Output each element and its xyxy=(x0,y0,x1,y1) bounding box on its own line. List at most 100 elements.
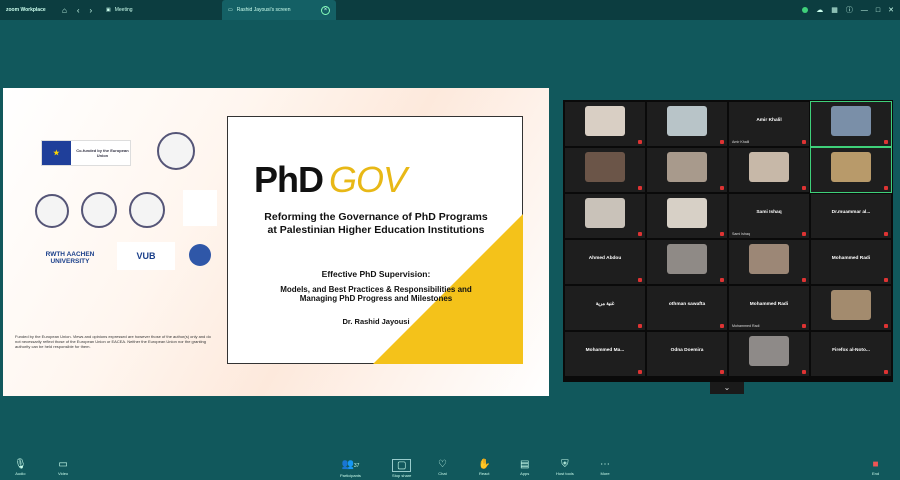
gallery-next-page-button[interactable]: ⌄ xyxy=(710,382,744,394)
tab-meeting[interactable]: ▣ Meeting xyxy=(100,0,218,20)
university-seal-logo xyxy=(35,194,69,228)
university-seal-logo xyxy=(129,192,165,228)
forward-icon[interactable]: › xyxy=(90,6,93,15)
host-tools-label: Host tools xyxy=(556,471,574,476)
participant-tile[interactable] xyxy=(729,240,809,284)
participant-video xyxy=(831,290,871,320)
more-icon: ⋯ xyxy=(600,459,610,470)
participant-name: Sami Ishaq xyxy=(732,232,750,236)
participant-video xyxy=(585,106,625,136)
muted-mic-icon xyxy=(884,186,888,190)
participant-display-name: Ahmed Abdou xyxy=(588,255,622,261)
chat-label: Chat xyxy=(438,471,447,476)
project-subtitle: Reforming the Governance of PhD Programs… xyxy=(264,211,488,236)
participant-tile[interactable]: Mohammed Radi Mohammed Radi xyxy=(729,286,809,330)
end-label: End xyxy=(872,471,880,476)
meeting-toolbar: 🎙 Audio ▭ Video 👥37 Participants ▢ Stop … xyxy=(0,455,900,480)
participant-video xyxy=(749,336,789,366)
muted-mic-icon xyxy=(884,278,888,282)
apps-icon: ▤ xyxy=(520,459,530,470)
participant-tile-active-speaker[interactable] xyxy=(810,101,892,147)
participant-tile[interactable]: Amir Khalil Amir Khalil xyxy=(729,102,809,146)
participant-tile-active-speaker[interactable] xyxy=(810,147,892,193)
rwth-logo: RWTH AACHEN UNIVERSITY xyxy=(45,251,95,265)
react-button[interactable]: ✋ React xyxy=(478,459,490,476)
muted-mic-icon xyxy=(884,140,888,144)
participant-video xyxy=(831,152,871,182)
participant-tile[interactable] xyxy=(647,194,727,238)
participant-video xyxy=(585,152,625,182)
university-logo xyxy=(189,244,211,266)
stop-share-button[interactable]: ▢ Stop share xyxy=(392,459,412,478)
participant-tile[interactable]: Firefox al-Noto... xyxy=(811,332,891,376)
participant-tile[interactable] xyxy=(647,102,727,146)
video-button[interactable]: ▭ Video xyxy=(58,459,68,476)
participant-tile[interactable]: غنية مرية xyxy=(565,286,645,330)
muted-mic-icon xyxy=(720,186,724,190)
apps-label: Apps xyxy=(520,471,530,476)
participants-button[interactable]: 👥37 Participants xyxy=(340,459,361,478)
participant-tile[interactable]: othman sawafta xyxy=(647,286,727,330)
participant-tile[interactable] xyxy=(729,148,809,192)
muted-mic-icon xyxy=(802,232,806,236)
tab-shared-screen-label: Rashid Jayousi's screen xyxy=(236,7,291,13)
participant-tile[interactable] xyxy=(565,102,645,146)
project-title-gov: GOV xyxy=(329,159,407,200)
muted-mic-icon xyxy=(720,324,724,328)
participant-tile[interactable]: Mohammed Radi xyxy=(811,240,891,284)
reaction-icon: ✋ xyxy=(478,459,491,470)
eu-logo: ★ Co-funded by the European Union xyxy=(41,140,131,166)
tab-shared-screen[interactable]: ▭ Rashid Jayousi's screen × xyxy=(222,0,336,20)
more-button[interactable]: ⋯ More xyxy=(600,459,610,476)
shield-icon: ⛨ xyxy=(561,459,569,470)
muted-mic-icon xyxy=(720,232,724,236)
participant-video xyxy=(831,106,871,136)
vub-logo: VUB xyxy=(117,242,175,270)
maximize-icon[interactable]: □ xyxy=(876,7,880,14)
participant-display-name: Sami Ishaq xyxy=(756,209,782,215)
participant-tile[interactable]: Ahmed Abdou xyxy=(565,240,645,284)
host-tools-button[interactable]: ⛨ Host tools xyxy=(556,459,574,476)
close-window-icon[interactable]: ✕ xyxy=(888,6,894,14)
participants-gallery: Amir Khalil Amir Khalil Sami Ishaq Sami Is… xyxy=(563,100,893,382)
muted-mic-icon xyxy=(720,278,724,282)
info-icon[interactable]: ⓘ xyxy=(846,5,853,15)
session-title: Effective PhD Supervision: xyxy=(321,269,431,279)
chat-button[interactable]: ♡ Chat xyxy=(438,459,447,476)
apps-button[interactable]: ▤ Apps xyxy=(520,459,529,476)
cloud-icon[interactable]: ☁ xyxy=(816,6,823,14)
muted-mic-icon xyxy=(720,140,724,144)
participant-name: Amir Khalil xyxy=(732,140,750,144)
participants-count: 37 xyxy=(353,463,360,469)
muted-mic-icon xyxy=(802,278,806,282)
end-call-icon: ■ xyxy=(872,459,879,470)
muted-mic-icon xyxy=(802,140,806,144)
tab-meeting-label: Meeting xyxy=(114,7,133,13)
more-label: More xyxy=(600,471,610,476)
participant-tile[interactable]: Mohammed Ma... xyxy=(565,332,645,376)
audio-button[interactable]: 🎙 Audio xyxy=(14,459,27,476)
minimize-icon[interactable]: — xyxy=(861,7,868,14)
participant-display-name: Firefox al-Noto... xyxy=(832,347,870,353)
react-label: React xyxy=(479,471,490,476)
participant-display-name: Odna Doemira xyxy=(670,347,704,353)
participant-tile[interactable] xyxy=(647,148,727,192)
back-icon[interactable]: ‹ xyxy=(77,6,80,15)
participant-tile[interactable]: Sami Ishaq Sami Ishaq xyxy=(729,194,809,238)
participant-tile[interactable]: Odna Doemira xyxy=(647,332,727,376)
layout-icon[interactable]: ▦ xyxy=(831,6,838,14)
muted-mic-icon xyxy=(638,186,642,190)
participant-tile[interactable] xyxy=(565,194,645,238)
participant-tile[interactable] xyxy=(729,332,809,376)
participant-tile[interactable] xyxy=(811,286,891,330)
close-tab-icon[interactable]: × xyxy=(321,5,330,15)
participant-tile[interactable] xyxy=(565,148,645,192)
participant-tile[interactable] xyxy=(647,240,727,284)
home-icon[interactable]: ⌂ xyxy=(62,6,67,15)
muted-mic-icon xyxy=(884,232,888,236)
participant-tile[interactable]: Dr.muammar al... xyxy=(811,194,891,238)
session-subtitle: Models, and Best Practices & Responsibil… xyxy=(280,285,472,303)
end-button[interactable]: ■ End xyxy=(872,459,879,476)
share-screen-icon: ▢ xyxy=(392,459,412,472)
muted-mic-icon xyxy=(884,370,888,374)
